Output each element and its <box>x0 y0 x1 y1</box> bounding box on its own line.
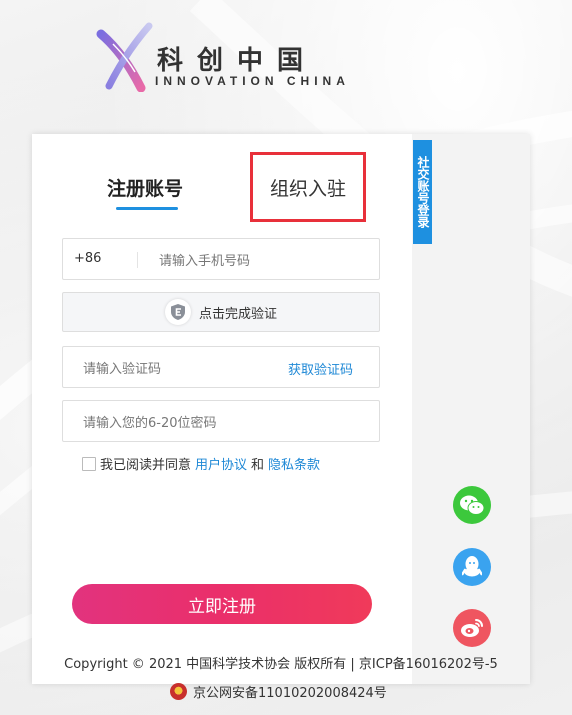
register-card: 社交账号登录 注册账号 组织入驻 +86 点击完成验证 获取验证码 我已阅读并同… <box>32 134 530 684</box>
wechat-login-icon[interactable] <box>453 486 491 524</box>
phone-input[interactable] <box>157 250 371 272</box>
code-field: 获取验证码 <box>62 346 380 388</box>
active-tab-indicator <box>116 207 178 210</box>
agreement-prefix: 我已阅读并同意 <box>100 458 192 473</box>
shield-icon <box>164 299 191 325</box>
agreement-and: 和 <box>251 458 265 473</box>
police-badge-icon <box>170 683 187 700</box>
logo-english-text: INNOVATION CHINA <box>155 74 350 88</box>
tab-register-account[interactable]: 注册账号 <box>107 174 183 201</box>
privacy-link[interactable]: 隐私条款 <box>268 454 320 473</box>
password-field <box>62 400 380 442</box>
country-code[interactable]: +86 <box>74 251 101 266</box>
divider <box>137 252 138 268</box>
captcha-verify-button[interactable]: 点击完成验证 <box>62 292 380 332</box>
police-record-text: 京公网安备11010202008424号 <box>193 686 387 701</box>
tab-organization-join[interactable]: 组织入驻 <box>250 152 366 222</box>
qq-login-icon[interactable] <box>453 548 491 586</box>
logo-chinese-text: 科创中国 <box>157 46 318 76</box>
social-login-tab[interactable]: 社交账号登录 <box>413 140 432 244</box>
get-code-link[interactable]: 获取验证码 <box>288 359 353 378</box>
password-input[interactable] <box>81 412 365 434</box>
police-record[interactable]: 京公网安备11010202008424号 <box>170 682 387 701</box>
logo-mark-icon <box>96 22 153 92</box>
agreement-checkbox[interactable] <box>82 456 96 471</box>
agreement-row: 我已阅读并同意 用户协议 和 隐私条款 <box>82 454 324 473</box>
phone-field: +86 <box>62 238 380 280</box>
verify-label: 点击完成验证 <box>198 306 277 322</box>
copyright-text: Copyright © 2021 中国科学技术协会 版权所有 | 京ICP备16… <box>64 657 498 672</box>
logo: 科创中国 INNOVATION CHINA <box>95 22 355 92</box>
register-submit-button[interactable]: 立即注册 <box>72 584 372 624</box>
user-agreement-link[interactable]: 用户协议 <box>195 454 247 473</box>
weibo-login-icon[interactable] <box>453 609 491 647</box>
verification-code-input[interactable] <box>81 358 275 380</box>
